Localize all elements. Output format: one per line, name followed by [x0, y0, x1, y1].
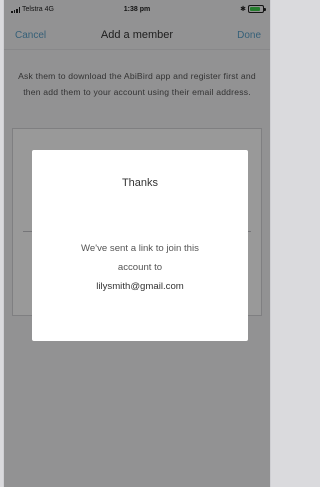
dialog-message: We've sent a link to join this account t… [42, 239, 238, 296]
dialog-title: Thanks [121, 177, 159, 189]
dialog-message-line-2: account to [117, 262, 163, 273]
dialog-message-line-1: We've sent a link to join this [81, 243, 199, 254]
dialog-email: lilysmith@gmail.com [96, 281, 184, 292]
confirmation-dialog: Thanks We've sent a link to join this ac… [32, 150, 248, 341]
phone-screen: Telstra 4G 1:38 pm ✱ Cancel Add a member… [3, 0, 271, 487]
